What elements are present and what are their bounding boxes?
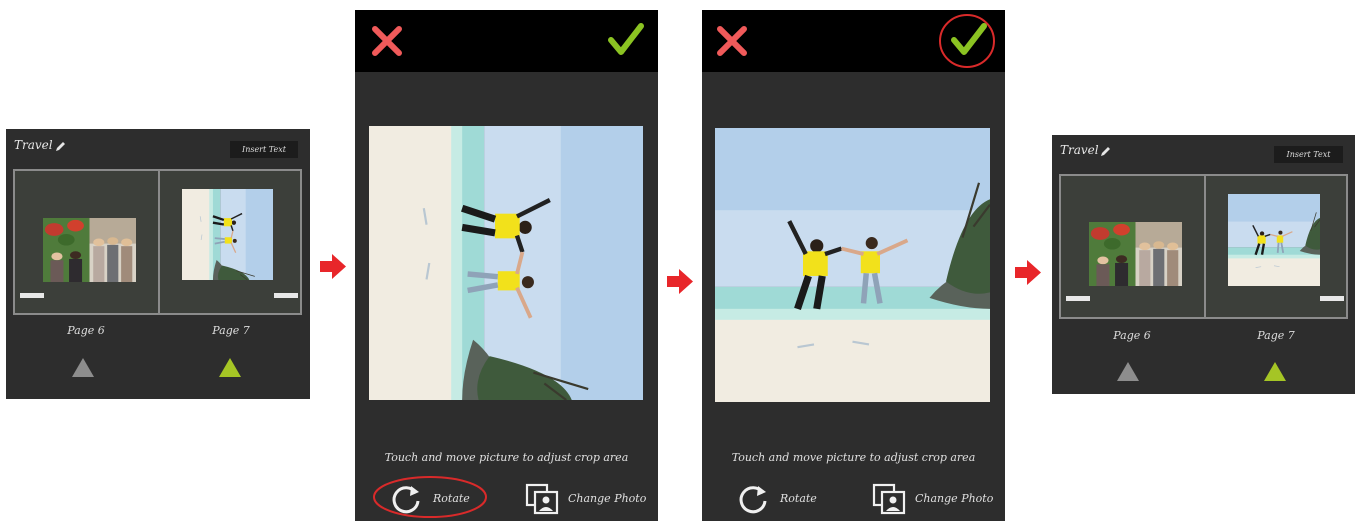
resize-handle[interactable] xyxy=(20,293,44,298)
resize-handle[interactable] xyxy=(274,293,298,298)
change-photo-label: Change Photo xyxy=(915,492,994,505)
beach-photo-upright[interactable] xyxy=(1228,194,1320,286)
page-7-indicator-icon[interactable] xyxy=(1264,362,1286,381)
page-spread xyxy=(13,169,302,315)
book-editor-after: Travel Insert Text Page 6 Page 7 xyxy=(1052,135,1355,394)
crop-photo-rotated[interactable] xyxy=(369,126,643,400)
crop-hint: Touch and move picture to adjust crop ar… xyxy=(384,451,629,464)
rotate-icon xyxy=(392,486,420,514)
insert-text-button[interactable]: Insert Text xyxy=(230,141,298,158)
page-6-label: Page 6 xyxy=(67,324,105,337)
page-6-indicator-icon[interactable] xyxy=(1117,362,1139,381)
book-editor-before: Travel Insert Text Page 6 Page 7 xyxy=(6,129,310,399)
crop-screen-upright: Touch and move picture to adjust crop ar… xyxy=(702,10,1005,521)
crop-toolbar xyxy=(702,10,1005,72)
change-photo-button[interactable]: Change Photo xyxy=(872,482,997,516)
pencil-edit-icon[interactable] xyxy=(55,141,66,152)
crop-toolbar xyxy=(355,10,658,72)
rotate-icon xyxy=(739,486,767,514)
page-6-label: Page 6 xyxy=(1113,329,1151,342)
page-6-slot[interactable] xyxy=(15,171,158,313)
resize-handle[interactable] xyxy=(1066,296,1090,301)
book-title[interactable]: Travel xyxy=(1060,143,1099,157)
checkmark-icon[interactable] xyxy=(950,22,988,58)
family-photo[interactable] xyxy=(43,218,136,282)
page-6-slot[interactable] xyxy=(1061,176,1204,317)
crop-hint: Touch and move picture to adjust crop ar… xyxy=(731,451,976,464)
crop-screen-rotated: Touch and move picture to adjust crop ar… xyxy=(355,10,658,521)
change-photo-icon xyxy=(525,483,559,515)
resize-handle[interactable] xyxy=(1320,296,1344,301)
flow-arrow-icon xyxy=(1015,260,1041,285)
rotate-label: Rotate xyxy=(433,492,470,505)
flow-arrow-icon xyxy=(667,269,693,294)
insert-text-button[interactable]: Insert Text xyxy=(1274,146,1343,163)
page-7-slot[interactable] xyxy=(1206,176,1346,317)
rotate-button[interactable]: Rotate xyxy=(736,482,826,516)
beach-photo-rotated[interactable] xyxy=(182,189,273,280)
close-x-icon[interactable] xyxy=(371,25,403,57)
checkmark-icon[interactable] xyxy=(607,22,645,58)
page-7-label: Page 7 xyxy=(1257,329,1295,342)
pencil-edit-icon[interactable] xyxy=(1100,146,1111,157)
page-spread xyxy=(1059,174,1348,319)
page-7-indicator-icon[interactable] xyxy=(219,358,241,377)
crop-photo-upright[interactable] xyxy=(715,128,990,402)
change-photo-button[interactable]: Change Photo xyxy=(525,482,650,516)
rotate-button[interactable]: Rotate xyxy=(389,482,479,516)
close-x-icon[interactable] xyxy=(716,25,748,57)
flow-arrow-icon xyxy=(320,254,346,279)
change-photo-icon xyxy=(872,483,906,515)
book-title[interactable]: Travel xyxy=(14,138,53,152)
family-photo[interactable] xyxy=(1089,222,1182,286)
page-7-label: Page 7 xyxy=(212,324,250,337)
page-6-indicator-icon[interactable] xyxy=(72,358,94,377)
change-photo-label: Change Photo xyxy=(568,492,647,505)
rotate-label: Rotate xyxy=(780,492,817,505)
page-7-slot[interactable] xyxy=(160,171,300,313)
